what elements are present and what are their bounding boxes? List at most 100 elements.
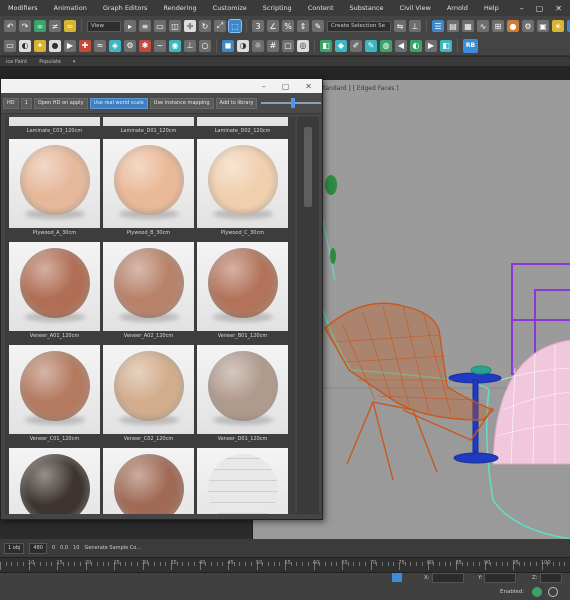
- minimize-icon[interactable]: –: [520, 4, 524, 13]
- undo-icon[interactable]: ↶: [4, 20, 16, 32]
- real-world-scale-button[interactable]: Use real world scale: [89, 97, 148, 109]
- material-cell[interactable]: Veneer_D01_120cm: [197, 345, 288, 445]
- ribbon-button[interactable]: RB: [463, 38, 478, 53]
- material-cell[interactable]: [103, 448, 194, 514]
- sun-positioner-icon[interactable]: ☼: [252, 39, 264, 52]
- material-thumbnail[interactable]: [9, 345, 100, 434]
- render-setup-icon[interactable]: ⚙: [522, 20, 534, 32]
- environment-icon[interactable]: ◎: [297, 39, 309, 52]
- populate-label[interactable]: Populate: [39, 59, 61, 65]
- menu-animation[interactable]: Animation: [46, 4, 95, 12]
- schematic-view-icon[interactable]: ⊞: [492, 20, 504, 32]
- z-coordinate[interactable]: Z:: [532, 573, 562, 583]
- edit-named-selection-icon[interactable]: ✎: [312, 20, 324, 32]
- rendered-frame-icon[interactable]: ▣: [537, 20, 549, 32]
- systems-icon[interactable]: ⚙: [124, 39, 136, 52]
- spinner-snap-icon[interactable]: ⇕: [297, 20, 309, 32]
- step-back-icon[interactable]: ◀: [395, 39, 407, 52]
- grid-scrollbar[interactable]: [297, 117, 319, 514]
- thumbnail-size-slider[interactable]: [261, 98, 322, 108]
- material-cell[interactable]: Veneer_A02_120cm: [103, 242, 194, 342]
- rigid-body-icon[interactable]: ◧: [440, 39, 452, 52]
- slider-thumb[interactable]: [291, 98, 296, 108]
- material-thumbnail[interactable]: [197, 139, 288, 228]
- dialog-titlebar[interactable]: – ▢ ✕: [1, 79, 322, 93]
- physx-icon[interactable]: ◧: [320, 39, 332, 52]
- snap-3d-icon[interactable]: 3: [252, 20, 264, 32]
- dialog-close-icon[interactable]: ✕: [305, 82, 312, 91]
- material-thumbnail[interactable]: [197, 345, 288, 434]
- menu-help[interactable]: Help: [476, 4, 507, 12]
- percent-snap-icon[interactable]: %: [282, 20, 294, 32]
- modify-icon[interactable]: ◉: [169, 39, 181, 52]
- open-hd-button[interactable]: Open HD on apply: [33, 97, 88, 109]
- menu-civil-view[interactable]: Civil View: [392, 4, 439, 12]
- mass-fx-icon[interactable]: ✎: [365, 39, 377, 52]
- material-thumbnail[interactable]: [197, 448, 288, 514]
- spline-icon[interactable]: ≈: [94, 39, 106, 52]
- timeline[interactable]: 10 15 20 25 30 35 40 45 50 55 60 65 70 75 80 85 90 95 100: [0, 557, 570, 573]
- scene-explorer-icon[interactable]: ☰: [432, 20, 444, 32]
- curve-editor-icon[interactable]: ∿: [477, 20, 489, 32]
- cloth-icon[interactable]: ◆: [335, 39, 347, 52]
- enabled-toggle-icon[interactable]: [532, 587, 542, 597]
- material-thumbnail[interactable]: [103, 139, 194, 228]
- add-to-library-button[interactable]: Add to library: [215, 97, 258, 109]
- link-icon[interactable]: ∞: [34, 20, 46, 32]
- material-thumbnail[interactable]: [9, 242, 100, 331]
- material-thumbnail[interactable]: [103, 117, 194, 126]
- region-select-icon[interactable]: ▭: [154, 20, 166, 32]
- scale-icon[interactable]: ⤢: [214, 20, 226, 32]
- window-crossing-icon[interactable]: ◫: [169, 20, 181, 32]
- box-icon[interactable]: ▭: [4, 39, 16, 52]
- brush-icon[interactable]: ✐: [350, 39, 362, 52]
- material-cell[interactable]: Veneer_B01_120cm: [197, 242, 288, 342]
- material-thumbnail[interactable]: [103, 242, 194, 331]
- selection-set-dropdown[interactable]: Create Selection Se: [327, 20, 391, 32]
- geometry-icon[interactable]: ◈: [109, 39, 121, 52]
- hierarchy-icon[interactable]: ⊥: [184, 39, 196, 52]
- material-thumbnail[interactable]: [103, 448, 194, 514]
- angle-snap-icon[interactable]: ∠: [267, 20, 279, 32]
- viewport-label[interactable]: tandard ] [ Edged Faces ]: [323, 85, 399, 92]
- y-coordinate[interactable]: Y:: [478, 573, 517, 583]
- close-icon[interactable]: ✕: [555, 4, 562, 13]
- render-production-icon[interactable]: ☀: [552, 20, 564, 32]
- viewport-icon[interactable]: ▢: [282, 39, 294, 52]
- menu-content[interactable]: Content: [300, 4, 342, 12]
- isolate-selection-icon[interactable]: [392, 573, 402, 582]
- menu-arnold[interactable]: Arnold: [439, 4, 476, 12]
- menu-customize[interactable]: Customize: [205, 4, 255, 12]
- material-thumbnail[interactable]: [197, 242, 288, 331]
- material-cell[interactable]: Veneer_C02_120cm: [103, 345, 194, 445]
- layer-explorer-icon[interactable]: ▤: [447, 20, 459, 32]
- sphere-icon[interactable]: ◐: [19, 39, 31, 52]
- play-sim-icon[interactable]: ◐: [410, 39, 422, 52]
- time-tag-icon[interactable]: [548, 587, 558, 597]
- display-icon[interactable]: ◼: [222, 39, 234, 52]
- material-thumbnail[interactable]: [9, 117, 100, 126]
- material-thumbnail[interactable]: [9, 448, 100, 514]
- grid-icon[interactable]: #: [267, 39, 279, 52]
- view-dropdown[interactable]: View: [87, 20, 121, 32]
- material-cell[interactable]: Veneer_A01_120cm: [9, 242, 100, 342]
- step-forward-icon[interactable]: ▶: [425, 39, 437, 52]
- material-cell[interactable]: [9, 448, 100, 514]
- material-cell[interactable]: Plywood_C_30cm: [197, 139, 288, 239]
- material-thumbnail[interactable]: [9, 139, 100, 228]
- material-editor-icon[interactable]: ●: [507, 20, 519, 32]
- ribbon-toggle-icon[interactable]: ▦: [462, 20, 474, 32]
- menu-graph-editors[interactable]: Graph Editors: [95, 4, 156, 12]
- object-paint-label[interactable]: ice Paint: [6, 59, 27, 65]
- menu-substance[interactable]: Substance: [342, 4, 392, 12]
- rotate-icon[interactable]: ↻: [199, 20, 211, 32]
- select-icon[interactable]: ▸: [124, 20, 136, 32]
- light-icon[interactable]: ✦: [34, 39, 46, 52]
- size-field[interactable]: 480: [29, 542, 47, 554]
- maximize-icon[interactable]: ▢: [536, 4, 544, 13]
- scrollbar-thumb[interactable]: [304, 127, 312, 207]
- mirror-icon[interactable]: ⇋: [394, 20, 406, 32]
- material-cell[interactable]: Plywood_A_30cm: [9, 139, 100, 239]
- menu-scripting[interactable]: Scripting: [255, 4, 300, 12]
- place-icon[interactable]: ⬚: [228, 19, 242, 33]
